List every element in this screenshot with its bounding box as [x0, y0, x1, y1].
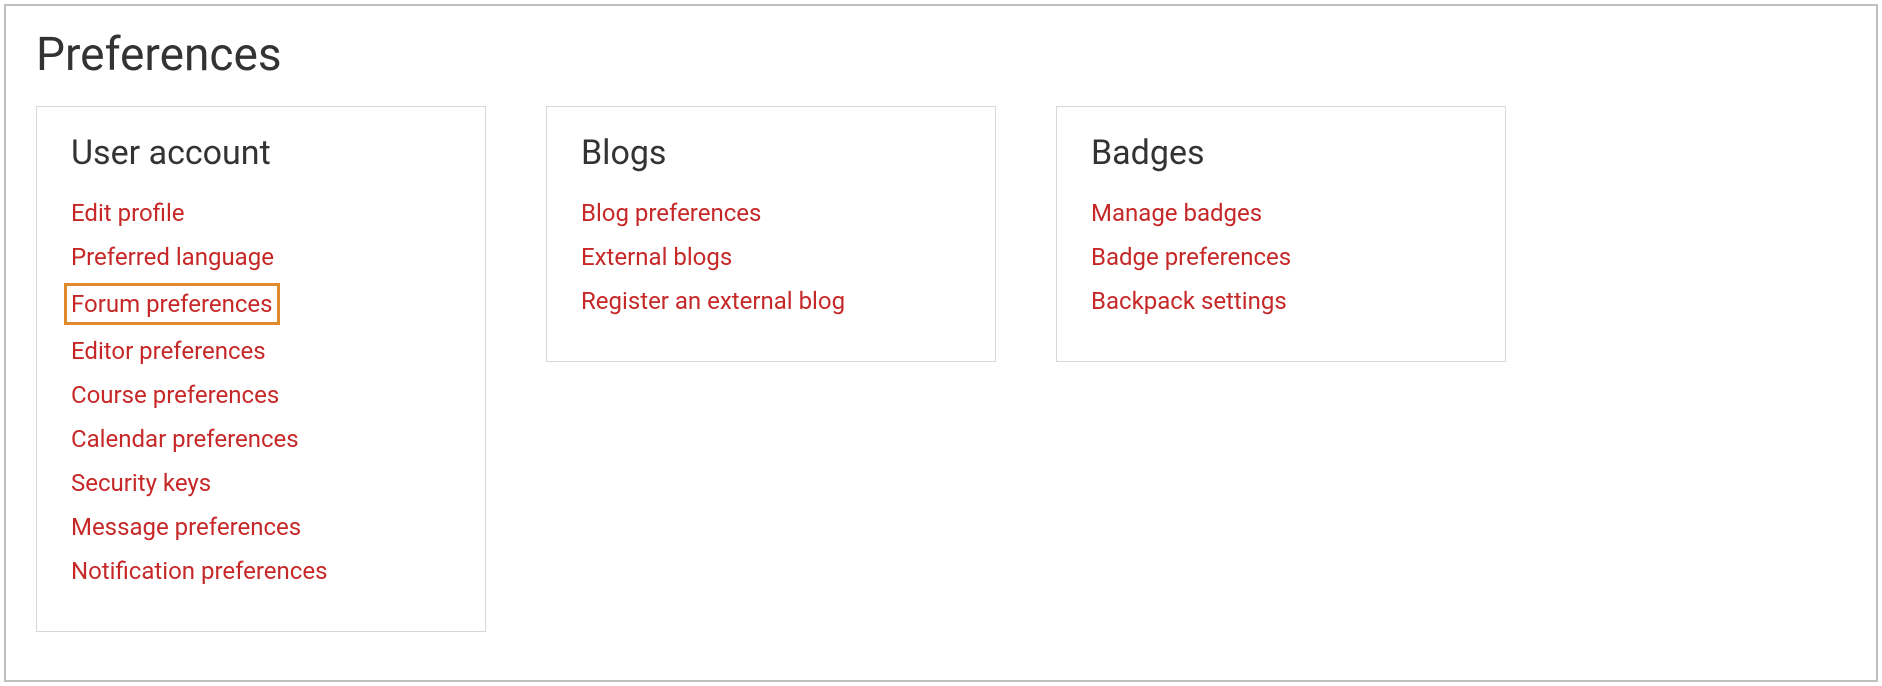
list-item: Message preferences [71, 509, 451, 545]
blogs-section: Blogs Blog preferences External blogs Re… [546, 106, 996, 362]
course-preferences-link[interactable]: Course preferences [71, 377, 279, 413]
list-item: Notification preferences [71, 553, 451, 589]
register-external-blog-link[interactable]: Register an external blog [581, 283, 845, 319]
page-title: Preferences [36, 28, 1846, 82]
editor-preferences-link[interactable]: Editor preferences [71, 333, 266, 369]
user-account-section: User account Edit profile Preferred lang… [36, 106, 486, 632]
list-item: Blog preferences [581, 195, 961, 231]
message-preferences-link[interactable]: Message preferences [71, 509, 301, 545]
preferences-page: Preferences User account Edit profile Pr… [4, 4, 1878, 682]
list-item: Register an external blog [581, 283, 961, 319]
calendar-preferences-link[interactable]: Calendar preferences [71, 421, 299, 457]
blogs-links: Blog preferences External blogs Register… [581, 195, 961, 319]
manage-badges-link[interactable]: Manage badges [1091, 195, 1262, 231]
list-item: Manage badges [1091, 195, 1471, 231]
edit-profile-link[interactable]: Edit profile [71, 195, 185, 231]
preference-sections: User account Edit profile Preferred lang… [36, 106, 1846, 632]
section-title-badges: Badges [1091, 133, 1471, 173]
list-item: External blogs [581, 239, 961, 275]
badge-preferences-link[interactable]: Badge preferences [1091, 239, 1291, 275]
blog-preferences-link[interactable]: Blog preferences [581, 195, 761, 231]
list-item: Edit profile [71, 195, 451, 231]
backpack-settings-link[interactable]: Backpack settings [1091, 283, 1287, 319]
list-item: Preferred language [71, 239, 451, 275]
list-item: Calendar preferences [71, 421, 451, 457]
list-item: Course preferences [71, 377, 451, 413]
section-title-user-account: User account [71, 133, 451, 173]
list-item: Security keys [71, 465, 451, 501]
badges-section: Badges Manage badges Badge preferences B… [1056, 106, 1506, 362]
notification-preferences-link[interactable]: Notification preferences [71, 553, 327, 589]
external-blogs-link[interactable]: External blogs [581, 239, 732, 275]
list-item: Badge preferences [1091, 239, 1471, 275]
user-account-links: Edit profile Preferred language Forum pr… [71, 195, 451, 589]
section-title-blogs: Blogs [581, 133, 961, 173]
list-item: Backpack settings [1091, 283, 1471, 319]
preferred-language-link[interactable]: Preferred language [71, 239, 274, 275]
badges-links: Manage badges Badge preferences Backpack… [1091, 195, 1471, 319]
forum-preferences-link[interactable]: Forum preferences [64, 283, 280, 325]
list-item: Forum preferences [71, 283, 451, 325]
security-keys-link[interactable]: Security keys [71, 465, 211, 501]
list-item: Editor preferences [71, 333, 451, 369]
